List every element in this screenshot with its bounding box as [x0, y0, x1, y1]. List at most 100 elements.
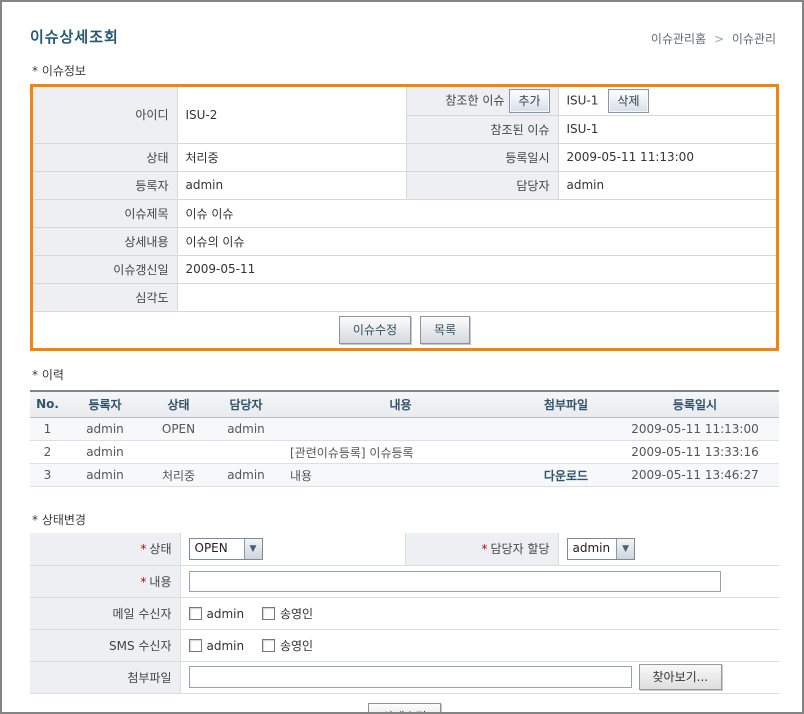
- sms-recipient-checkbox-admin[interactable]: [189, 639, 202, 652]
- field-value-referenced-issue: ISU-1: [558, 115, 776, 143]
- history-cell-assignee: admin: [212, 464, 280, 487]
- history-cell-date: 2009-05-11 11:13:00: [611, 418, 779, 441]
- history-col-content: 내용: [280, 391, 521, 418]
- history-row: 2 admin [관련이슈등록] 이슈등록 2009-05-11 13:33:1…: [30, 441, 779, 464]
- issue-info-box: 아이디 ISU-2 참조한 이슈추가 ISU-1삭제 참조된 이슈 ISU-1 …: [30, 84, 779, 351]
- field-value-title: 이슈 이슈: [177, 199, 776, 227]
- delete-reference-button[interactable]: 삭제: [608, 89, 648, 113]
- download-link[interactable]: 다운로드: [544, 469, 588, 483]
- history-cell-date: 2009-05-11 13:46:27: [611, 464, 779, 487]
- page-title: 이슈상세조회: [30, 26, 119, 47]
- edit-issue-button[interactable]: 이슈수정: [339, 316, 411, 344]
- field-label-update-date: 이슈갱신일: [33, 255, 177, 283]
- sms-recipient-label: 송영인: [280, 639, 313, 653]
- history-col-no: No.: [30, 391, 65, 418]
- field-value-severity: [177, 283, 776, 311]
- chevron-down-icon: ▼: [244, 539, 262, 559]
- issue-info-buttons: 이슈수정 목록: [33, 312, 776, 348]
- field-value-referencing-issue: ISU-1 삭제: [558, 87, 776, 115]
- assignee-select[interactable]: admin ▼: [567, 538, 636, 560]
- form-value-content: [180, 565, 779, 597]
- history-cell-status: OPEN: [145, 418, 212, 441]
- browse-button[interactable]: 찾아보기...: [639, 664, 723, 690]
- history-cell-no: 2: [30, 441, 65, 464]
- sms-recipient-checkbox-songyoungin[interactable]: [262, 639, 275, 652]
- issue-detail-page: 이슈상세조회 이슈관리홈 > 이슈관리 * 이슈정보 아이디 ISU-2 참조한…: [0, 0, 804, 714]
- form-value-attachment: 찾아보기...: [180, 661, 779, 693]
- form-label-assignee: *담당자 할당: [405, 533, 558, 565]
- form-label-status: *상태: [30, 533, 180, 565]
- form-value-sms-recipients: admin 송영인: [180, 629, 779, 661]
- issue-info-table: 아이디 ISU-2 참조한 이슈추가 ISU-1삭제 참조된 이슈 ISU-1 …: [33, 87, 776, 312]
- field-label-status: 상태: [33, 143, 177, 171]
- history-cell-assignee: admin: [212, 418, 280, 441]
- referencing-issue-label-text: 참조한 이슈: [445, 93, 504, 107]
- referencing-issue-value-text: ISU-1: [567, 93, 599, 107]
- attachment-file-input[interactable]: [189, 666, 632, 688]
- required-mark: *: [140, 575, 146, 589]
- page-header: 이슈상세조회 이슈관리홈 > 이슈관리: [30, 26, 776, 47]
- field-value-regdate: 2009-05-11 11:13:00: [558, 143, 776, 171]
- list-button[interactable]: 목록: [420, 316, 470, 344]
- history-col-status: 상태: [145, 391, 212, 418]
- form-label-mail-recipients: 메일 수신자: [30, 597, 180, 629]
- history-col-registrant: 등록자: [65, 391, 145, 418]
- history-cell-status: 처리중: [145, 464, 212, 487]
- history-col-date: 등록일시: [611, 391, 779, 418]
- field-label-referenced-issue: 참조된 이슈: [406, 115, 558, 143]
- history-cell-registrant: admin: [65, 441, 145, 464]
- history-header-row: No. 등록자 상태 담당자 내용 첨부파일 등록일시: [30, 391, 779, 418]
- field-label-regdate: 등록일시: [406, 143, 558, 171]
- field-value-registrant: admin: [177, 171, 406, 199]
- assignee-label-text: 담당자 할당: [490, 542, 549, 556]
- history-cell-content: [280, 418, 521, 441]
- field-value-assignee: admin: [558, 171, 776, 199]
- content-label-text: 내용: [149, 575, 171, 589]
- history-cell-attachment: [521, 441, 611, 464]
- mail-recipient-label: admin: [207, 607, 245, 621]
- form-label-sms-recipients: SMS 수신자: [30, 629, 180, 661]
- field-value-update-date: 2009-05-11: [177, 255, 776, 283]
- history-cell-attachment: [521, 418, 611, 441]
- history-table: No. 등록자 상태 담당자 내용 첨부파일 등록일시 1 admin OPEN…: [30, 390, 779, 488]
- history-col-attachment: 첨부파일: [521, 391, 611, 418]
- status-change-section-label: * 상태변경: [32, 511, 776, 528]
- history-cell-content: [관련이슈등록] 이슈등록: [280, 441, 521, 464]
- assignee-select-value: admin: [568, 539, 617, 559]
- field-label-detail: 상세내용: [33, 227, 177, 255]
- history-cell-content: 내용: [280, 464, 521, 487]
- form-value-status: OPEN ▼: [180, 533, 405, 565]
- status-label-text: 상태: [149, 542, 171, 556]
- field-value-status: 처리중: [177, 143, 406, 171]
- form-value-assignee: admin ▼: [558, 533, 779, 565]
- breadcrumb-home[interactable]: 이슈관리홈: [651, 32, 706, 46]
- field-label-registrant: 등록자: [33, 171, 177, 199]
- add-reference-button[interactable]: 추가: [509, 89, 549, 113]
- status-select-value: OPEN: [190, 539, 244, 559]
- mail-recipient-label: 송영인: [280, 607, 313, 621]
- history-col-assignee: 담당자: [212, 391, 280, 418]
- breadcrumb-current[interactable]: 이슈관리: [732, 32, 776, 46]
- status-select[interactable]: OPEN ▼: [189, 538, 263, 560]
- breadcrumb-separator: >: [714, 32, 724, 46]
- field-label-assignee: 담당자: [406, 171, 558, 199]
- breadcrumb: 이슈관리홈 > 이슈관리: [651, 30, 776, 47]
- update-status-button[interactable]: 상태수정: [368, 703, 440, 714]
- history-cell-registrant: admin: [65, 418, 145, 441]
- required-mark: *: [481, 542, 487, 556]
- mail-recipient-checkbox-admin[interactable]: [189, 607, 202, 620]
- content-input[interactable]: [189, 571, 721, 592]
- sms-recipient-label: admin: [207, 639, 245, 653]
- required-mark: *: [140, 542, 146, 556]
- issue-info-section-label: * 이슈정보: [32, 62, 776, 79]
- mail-recipient-checkbox-songyoungin[interactable]: [262, 607, 275, 620]
- field-label-title: 이슈제목: [33, 199, 177, 227]
- history-section-label: * 이력: [32, 366, 776, 383]
- field-value-id: ISU-2: [177, 87, 406, 143]
- history-row: 1 admin OPEN admin 2009-05-11 11:13:00: [30, 418, 779, 441]
- form-label-content: *내용: [30, 565, 180, 597]
- field-label-severity: 심각도: [33, 283, 177, 311]
- form-value-mail-recipients: admin 송영인: [180, 597, 779, 629]
- field-label-id: 아이디: [33, 87, 177, 143]
- field-value-detail: 이슈의 이슈: [177, 227, 776, 255]
